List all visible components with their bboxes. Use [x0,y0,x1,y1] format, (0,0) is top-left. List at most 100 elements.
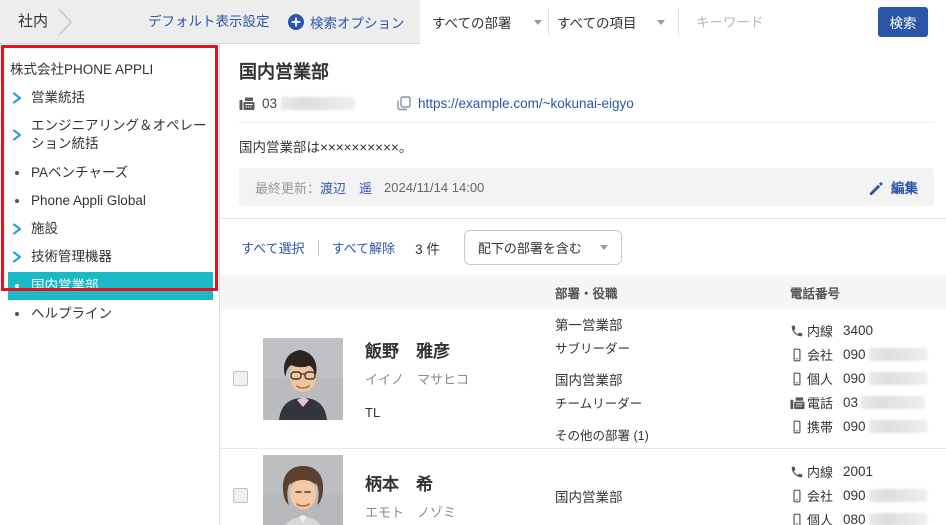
phone-label: 会社 [807,348,834,363]
bullet-icon [15,283,19,288]
copy-icon[interactable] [397,96,411,111]
phone-value: 03 [843,395,859,410]
department-tree-sidebar: 株式会社PHONE APPLI 営業統括 エンジニアリング＆オペレーション統括 … [0,44,220,525]
redacted-phone [868,372,927,385]
column-header-department-role: 部署・役職 [555,286,618,301]
phone-value: 090 [843,347,866,362]
sidebar-item-label: 施設 [31,221,58,237]
department-filter-value: すべての部署 [432,16,512,31]
deselect-all-link[interactable]: すべて解除 [332,238,396,257]
result-count: 3 件 [415,241,440,257]
sidebar-item-pa-ventures[interactable]: PAベンチャーズ [8,159,213,187]
redacted-phone [861,396,926,409]
default-display-settings-link[interactable]: デフォルト表示設定 [148,0,270,44]
divider [678,9,679,35]
member-name: 柄本 希 [365,475,433,494]
member-kana: イイノ マサヒコ [365,372,470,387]
member-department: 国内営業部 [555,489,623,505]
member-role: サブリーダー [555,341,631,356]
redacted-phone [868,489,927,502]
mobile-phone-icon [793,489,801,502]
phone-label: 会社 [807,489,834,504]
chevron-down-icon [534,19,542,25]
phone-value: 090 [843,371,866,386]
search-panel: すべての部署 すべての項目 検索 [420,0,946,44]
last-updated-by-link[interactable]: 渡辺 遥 [320,178,372,197]
item-filter-value: すべての項目 [557,16,637,31]
fax-icon [239,97,255,110]
phone-value: 090 [843,419,866,434]
edit-button[interactable]: 編集 [868,177,918,197]
table-row: 柄本 希 エモト ノゾミ 国内営業部 内線 2001 会社 090 個人 080 [220,449,946,525]
page-title: 国内営業部 [239,62,329,82]
sidebar-item-gijutsu-kanri-kiki[interactable]: 技術管理機器 [8,243,213,271]
scope-dropdown[interactable]: 配下の部署を含む [463,230,622,265]
phone-handset-icon [791,325,803,336]
divider [239,122,934,123]
sidebar-item-helpline[interactable]: ヘルプライン [8,300,213,328]
member-photo [263,337,343,420]
select-all-link[interactable]: すべて選択 [241,238,305,257]
row-checkbox[interactable] [233,371,248,386]
phone-label: 個人 [807,372,834,387]
top-bar: 社内 デフォルト表示設定 検索オプション すべての部署 すべての項目 検索 [0,0,946,44]
department-contact-row: 03 https://example.com/~kokunai-eigyo [239,96,934,111]
sidebar-item-shisetsu[interactable]: 施設 [8,215,213,243]
sidebar-item-eigyo-tokatsu[interactable]: 営業統括 [8,84,213,112]
member-role: チームリーダー [555,396,643,411]
breadcrumb[interactable]: 社内 [18,0,48,44]
sidebar-item-kokunai-eigyobu-selected[interactable]: 国内営業部 [8,271,213,300]
member-department: 第一営業部 [555,317,623,333]
sidebar-item-engineering-operations[interactable]: エンジニアリング＆オペレーション統括 [8,112,213,158]
keyword-input[interactable] [696,8,866,36]
search-options-button[interactable]: 検索オプション [288,0,405,44]
search-button[interactable]: 検索 [878,7,928,37]
department-url-link[interactable]: https://example.com/~kokunai-eigyo [418,96,634,111]
phone-label: 電話 [807,396,834,411]
last-updated-label: 最終更新： [255,180,321,196]
bullet-icon [15,198,19,203]
sidebar-item-label: 営業統括 [31,90,85,105]
row-checkbox[interactable] [233,488,248,503]
sidebar-item-label: ヘルプライン [31,305,112,321]
other-departments-link[interactable]: その他の部署 (1) [555,425,790,444]
phone-value: 080 [843,512,866,525]
member-name: 飯野 雅彦 [365,342,450,361]
phone-handset-icon [791,466,803,477]
mobile-phone-icon [793,372,801,385]
phone-label: 内線 [807,465,834,480]
fax-icon [790,396,805,409]
edit-button-label: 編集 [891,181,918,196]
member-kana: エモト ノゾミ [365,505,457,520]
department-description: 国内営業部は××××××××××。 [239,140,413,155]
redacted-phone [868,420,927,433]
sidebar-item-label: 国内営業部 [31,277,99,293]
chevron-right-icon [12,223,22,235]
sidebar-item-phone-appli-global[interactable]: Phone Appli Global [8,187,213,215]
search-options-label: 検索オプション [310,16,405,31]
divider [317,239,319,256]
department-phone-prefix: 03 [262,96,278,111]
breadcrumb-chevron-icon [58,8,73,36]
member-department: 国内営業部 [555,372,623,388]
phone-label: 個人 [807,513,834,525]
column-header-phone: 電話番号 [790,286,841,301]
plus-circle-icon [288,14,304,30]
redacted-phone [868,348,927,361]
chevron-down-icon [599,245,608,250]
pencil-icon [869,181,883,195]
mobile-phone-icon [793,348,801,361]
bullet-icon [15,311,19,316]
department-filter-dropdown[interactable]: すべての部署 [432,0,542,44]
phone-label: 携帯 [807,420,834,435]
member-photo [263,454,343,525]
sidebar-item-company-root[interactable]: 株式会社PHONE APPLI [8,56,213,84]
sidebar-item-label: Phone Appli Global [31,192,146,208]
redacted-phone [868,513,927,525]
item-filter-dropdown[interactable]: すべての項目 [557,0,665,44]
last-updated-timestamp: 2024/11/14 14:00 [384,179,485,195]
app-window: 社内 デフォルト表示設定 検索オプション すべての部署 すべての項目 検索 [0,0,946,525]
redacted-phone [281,97,356,110]
sidebar-item-label: エンジニアリング＆オペレーション統括 [31,118,207,152]
sidebar-item-label: PAベンチャーズ [31,164,129,180]
